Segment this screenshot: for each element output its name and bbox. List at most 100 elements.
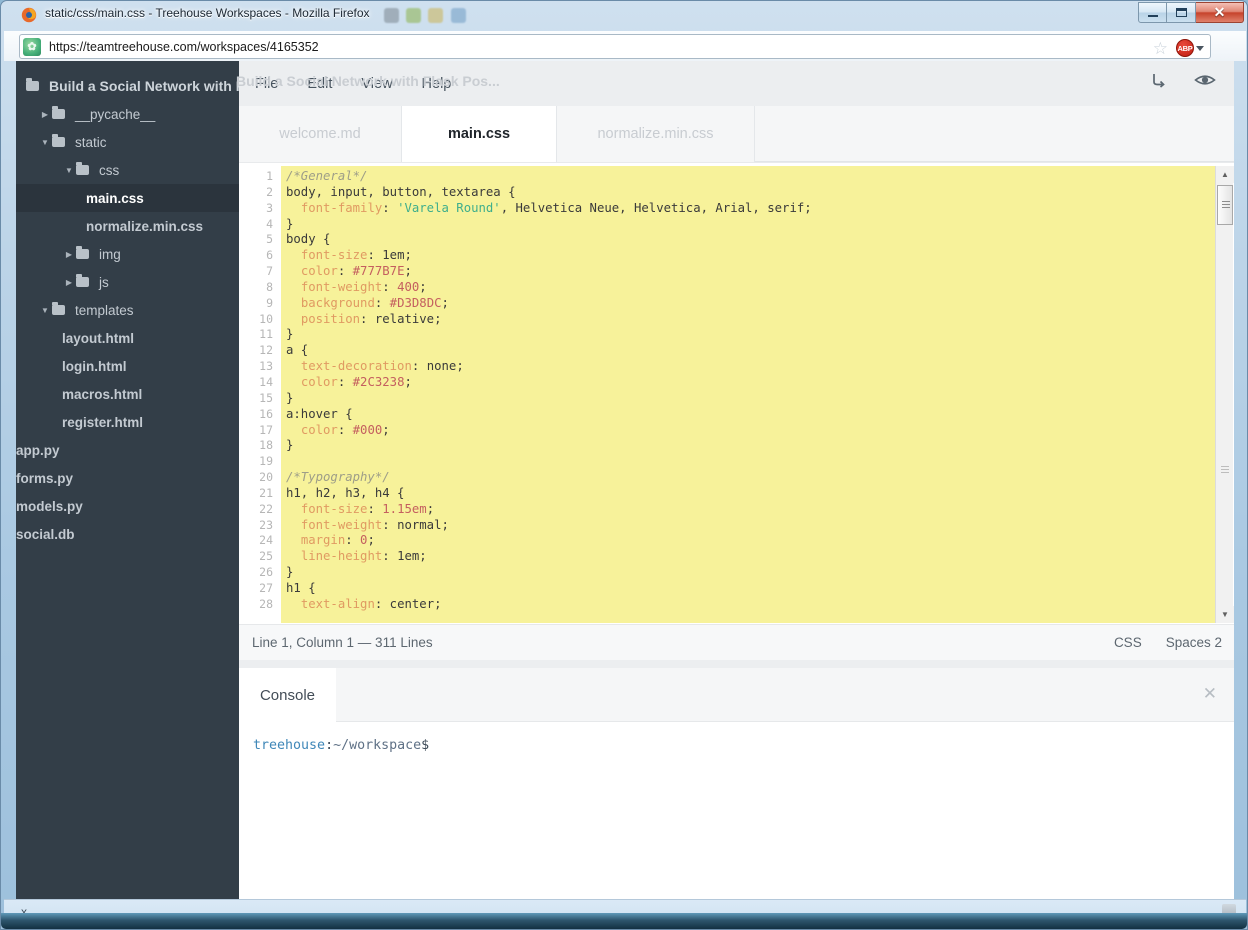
line-number: 10: [259, 311, 273, 326]
window-title: static/css/main.css - Treehouse Workspac…: [45, 6, 370, 20]
eye-preview-icon[interactable]: [1194, 72, 1216, 88]
tree-item-css[interactable]: ▼ css: [16, 156, 239, 184]
code-token: center: [389, 596, 435, 611]
line-number: 24: [259, 533, 273, 548]
title-bar: static/css/main.css - Treehouse Workspac…: [1, 1, 1248, 29]
tab-welcome-md[interactable]: welcome.md: [239, 106, 402, 162]
star-icon[interactable]: ☆: [1153, 39, 1168, 59]
ghost-icon-2: [406, 8, 421, 23]
code-line: font-weight: 400;: [281, 280, 1215, 296]
tree-item-login-html[interactable]: login.html: [16, 352, 239, 380]
code-line: body, input, button, textarea {: [281, 185, 1215, 201]
close-icon[interactable]: ✕: [1203, 684, 1217, 704]
code-token: :: [337, 374, 353, 389]
code-token: a:hover {: [286, 406, 353, 421]
folder-icon: [52, 106, 70, 119]
chevron-down-icon[interactable]: ▼: [62, 166, 76, 175]
address-bar[interactable]: ✿ https://teamtreehouse.com/workspaces/4…: [19, 34, 1211, 59]
menu-item-file[interactable]: File: [242, 72, 291, 96]
tree-item-js[interactable]: ▶ js: [16, 268, 239, 296]
run-arrow-icon[interactable]: [1149, 71, 1167, 89]
close-button[interactable]: ✕: [1196, 2, 1244, 23]
minimize-button[interactable]: [1138, 2, 1167, 23]
status-right-group: CSS Spaces 2: [1102, 635, 1234, 650]
find-bar: x: [4, 899, 1246, 924]
scroll-up-arrow-icon[interactable]: ▲: [1216, 166, 1234, 183]
menu-item-help[interactable]: Help: [409, 72, 465, 96]
folder-icon: [76, 162, 94, 175]
tree-item-layout-html[interactable]: layout.html: [16, 324, 239, 352]
console-tab[interactable]: Console: [239, 668, 336, 722]
indent-setting-button[interactable]: Spaces 2: [1154, 635, 1234, 650]
line-number: 11: [259, 327, 273, 342]
chevron-down-icon[interactable]: ▼: [38, 306, 52, 315]
menu-item-edit[interactable]: Edit: [294, 72, 345, 96]
code-token: ;: [419, 549, 427, 564]
tree-item-models-py[interactable]: models.py: [16, 492, 239, 520]
tree-item-main-css[interactable]: main.css: [16, 184, 239, 212]
chevron-down-icon[interactable]: ▼: [38, 138, 52, 147]
ghost-icon-1: [384, 8, 399, 23]
tree-item-register-html[interactable]: register.html: [16, 408, 239, 436]
tree-item-social-db[interactable]: social.db: [16, 520, 239, 548]
chevron-right-icon[interactable]: ▶: [38, 110, 52, 119]
tree-item-normalize-min-css[interactable]: normalize.min.css: [16, 212, 239, 240]
code-token: :: [337, 422, 353, 437]
menu-item-view[interactable]: View: [348, 72, 405, 96]
page-content: Build a Social Network with Flask Pos...…: [16, 61, 1234, 899]
line-number: 1: [266, 169, 273, 183]
tree-item-macros-html[interactable]: macros.html: [16, 380, 239, 408]
status-resize-grip[interactable]: [1222, 904, 1236, 920]
code-token: ;: [404, 248, 412, 263]
console-output[interactable]: treehouse:~/workspace$: [239, 722, 1234, 899]
tree-item-label: social.db: [16, 526, 75, 542]
code-token: background: [300, 295, 375, 310]
maximize-button[interactable]: [1167, 2, 1196, 23]
tree-item-label: js: [99, 274, 109, 290]
chevron-right-icon[interactable]: ▶: [62, 250, 76, 259]
file-tree-sidebar: Build a Social Network with Flask Pos...…: [16, 61, 313, 899]
prompt-path: ~/workspace: [333, 738, 422, 753]
tree-item-label: login.html: [62, 358, 127, 374]
code-token: 'Varela Round': [397, 200, 501, 215]
code-token: color: [300, 374, 338, 389]
code-token: :: [382, 517, 398, 532]
editor-vertical-scrollbar[interactable]: ▲ ▼: [1215, 166, 1234, 623]
tree-item-app-py[interactable]: app.py: [16, 436, 239, 464]
code-area[interactable]: 1 2 3 4 5 6 7 8 9 10 11 12 13 14 15 16 17 18 19 20 21 22 23 24 2…: [241, 166, 1215, 623]
code-token: ;: [434, 596, 442, 611]
line-number: 23: [259, 517, 273, 532]
tree-item-templates[interactable]: ▼ templates: [16, 296, 239, 324]
code-token: position: [300, 311, 361, 326]
code-token: ;: [382, 422, 390, 437]
ghost-icon-3: [428, 8, 443, 23]
code-token: color: [300, 422, 338, 437]
chevron-right-icon[interactable]: ▶: [62, 278, 76, 287]
prompt-separator: :: [325, 738, 334, 753]
editor-status-bar: Line 1, Column 1 — 311 Lines CSS Spaces …: [239, 624, 1234, 660]
tree-item-label: main.css: [86, 190, 144, 206]
adblock-plus-icon[interactable]: ABP: [1176, 39, 1204, 57]
code-token: :: [374, 295, 390, 310]
tree-item--pycache-[interactable]: ▶ __pycache__: [16, 100, 239, 128]
project-root-row[interactable]: Build a Social Network with Flask Pos...: [16, 72, 313, 100]
line-number: 15: [259, 390, 273, 405]
code-content[interactable]: /*General*/body, input, button, textarea…: [281, 166, 1215, 623]
tree-item-static[interactable]: ▼ static: [16, 128, 239, 156]
language-mode-button[interactable]: CSS: [1102, 635, 1154, 650]
scroll-down-arrow-icon[interactable]: ▼: [1216, 606, 1234, 623]
code-token: :: [367, 501, 383, 516]
code-token: margin: [300, 533, 346, 548]
line-number-gutter: 1 2 3 4 5 6 7 8 9 10 11 12 13 14 15 16 17 18 19 20 21 22 23 24 2…: [241, 166, 281, 623]
tree-item-forms-py[interactable]: forms.py: [16, 464, 239, 492]
tab-normalize-min-css[interactable]: normalize.min.css: [557, 106, 755, 162]
code-line: }: [281, 391, 1215, 407]
tab-main-css[interactable]: main.css: [402, 106, 557, 162]
tree-item-img[interactable]: ▶ img: [16, 240, 239, 268]
code-token: font-weight: [300, 279, 383, 294]
line-number: 28: [259, 596, 273, 611]
findbar-close-icon[interactable]: x: [21, 905, 27, 919]
scrollbar-thumb[interactable]: [1217, 185, 1233, 225]
